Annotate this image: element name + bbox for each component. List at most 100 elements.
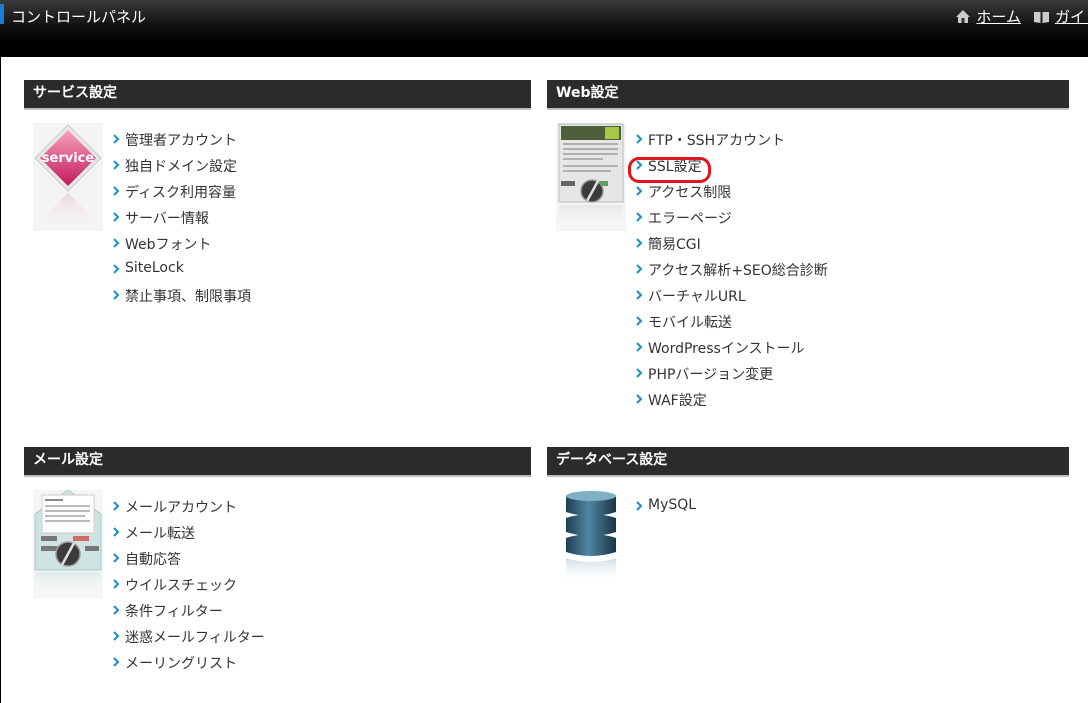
arrow-right-icon — [635, 184, 648, 198]
link-server-info[interactable]: サーバー情報 — [125, 208, 209, 228]
mail-image — [33, 489, 103, 598]
link-ftp-ssh-account[interactable]: FTP・SSHアカウント — [648, 130, 785, 150]
list-item: SiteLock — [112, 260, 251, 286]
top-bar: コントロールパネル ホーム ガイド — [0, 0, 1088, 43]
mail-settings-header: メール設定 — [24, 447, 531, 477]
list-item: 管理者アカウント — [112, 130, 251, 156]
database-image — [556, 490, 626, 598]
link-custom-domain[interactable]: 独自ドメイン設定 — [125, 156, 237, 176]
guide-link[interactable]: ガイド — [1033, 6, 1088, 27]
service-links: 管理者アカウント 独自ドメイン設定 ディスク利用容量 サーバー情報 Webフォン… — [112, 130, 251, 312]
link-mailing-list[interactable]: メーリングリスト — [125, 653, 237, 673]
web-settings-section: Web設定 FTP・SSHアカウント SSL設定 アクセス制限 エラーページ 簡… — [547, 80, 1069, 409]
list-item: バーチャルURL — [635, 286, 828, 312]
home-link[interactable]: ホーム — [955, 6, 1021, 27]
list-item: Webフォント — [112, 234, 251, 260]
web-image — [556, 123, 626, 231]
arrow-right-icon — [112, 577, 125, 591]
left-border — [0, 57, 1, 703]
arrow-right-icon — [635, 314, 648, 328]
link-waf-settings[interactable]: WAF設定 — [648, 390, 707, 410]
link-prohibited-items[interactable]: 禁止事項、制限事項 — [125, 286, 251, 306]
arrow-right-icon — [635, 340, 648, 354]
arrow-right-icon — [112, 603, 125, 617]
list-item: サーバー情報 — [112, 208, 251, 234]
arrow-right-icon — [112, 499, 125, 513]
link-virtual-url[interactable]: バーチャルURL — [648, 286, 746, 306]
list-item: 条件フィルター — [112, 601, 265, 627]
page-title: コントロールパネル — [11, 8, 147, 26]
list-item: WordPressインストール — [635, 338, 828, 364]
list-item: 禁止事項、制限事項 — [112, 286, 251, 312]
link-wordpress-install[interactable]: WordPressインストール — [648, 338, 805, 358]
database-links: MySQL — [635, 497, 696, 523]
list-item: FTP・SSHアカウント — [635, 130, 828, 156]
arrow-right-icon — [635, 288, 648, 302]
arrow-right-icon — [112, 655, 125, 669]
list-item: アクセス制限 — [635, 182, 828, 208]
link-simple-cgi[interactable]: 簡易CGI — [648, 234, 701, 254]
list-item: 独自ドメイン設定 — [112, 156, 251, 182]
database-settings-header: データベース設定 — [547, 447, 1069, 477]
link-spam-filter[interactable]: 迷惑メールフィルター — [125, 627, 265, 647]
guide-link-label: ガイド — [1054, 8, 1088, 26]
list-item: WAF設定 — [635, 390, 828, 416]
arrow-right-icon — [112, 132, 125, 146]
service-settings-section: サービス設定 service 管理者アカウント 独自ドメイン設定 ディスク利用容… — [24, 80, 531, 305]
link-condition-filter[interactable]: 条件フィルター — [125, 601, 223, 621]
arrow-right-icon — [635, 392, 648, 406]
title-accent — [0, 4, 4, 24]
link-disk-usage[interactable]: ディスク利用容量 — [125, 182, 236, 202]
database-settings-section: データベース設定 MySQL — [547, 447, 1069, 598]
link-mail-account[interactable]: メールアカウント — [125, 497, 237, 517]
link-admin-account[interactable]: 管理者アカウント — [125, 130, 237, 150]
list-item: ディスク利用容量 — [112, 182, 251, 208]
arrow-right-icon — [635, 210, 648, 224]
link-mail-forwarding[interactable]: メール転送 — [125, 523, 195, 543]
mail-settings-section: メール設定 メールアカウント メール転送 自動応答 ウイルスチェック 条件フィル… — [24, 447, 531, 672]
link-virus-check[interactable]: ウイルスチェック — [125, 575, 237, 595]
list-item: メール転送 — [112, 523, 265, 549]
arrow-right-icon — [112, 210, 125, 224]
header-band — [0, 43, 1088, 57]
home-icon — [955, 9, 971, 24]
service-settings-header: サービス設定 — [24, 80, 531, 110]
link-access-analysis-seo[interactable]: アクセス解析+SEO総合診断 — [648, 260, 828, 280]
list-item: PHPバージョン変更 — [635, 364, 828, 390]
list-item: 簡易CGI — [635, 234, 828, 260]
list-item: ウイルスチェック — [112, 575, 265, 601]
mail-links: メールアカウント メール転送 自動応答 ウイルスチェック 条件フィルター 迷惑メ… — [112, 497, 265, 679]
arrow-right-icon — [112, 288, 125, 302]
list-item: 迷惑メールフィルター — [112, 627, 265, 653]
link-auto-reply[interactable]: 自動応答 — [125, 549, 181, 569]
service-image: service — [33, 123, 103, 231]
list-item: エラーページ — [635, 208, 828, 234]
arrow-right-icon — [112, 551, 125, 565]
arrow-right-icon — [635, 366, 648, 380]
link-web-fonts[interactable]: Webフォント — [125, 234, 212, 254]
arrow-right-icon — [112, 262, 125, 276]
arrow-right-icon — [635, 262, 648, 276]
list-item: アクセス解析+SEO総合診断 — [635, 260, 828, 286]
link-sitelock[interactable]: SiteLock — [125, 260, 184, 276]
home-link-label: ホーム — [976, 8, 1021, 26]
arrow-right-icon — [635, 499, 648, 513]
arrow-right-icon — [112, 158, 125, 172]
list-item: MySQL — [635, 497, 696, 523]
ssl-highlight-circle — [628, 157, 711, 183]
link-mysql[interactable]: MySQL — [648, 497, 696, 513]
list-item: 自動応答 — [112, 549, 265, 575]
arrow-right-icon — [112, 525, 125, 539]
link-access-restriction[interactable]: アクセス制限 — [648, 182, 731, 202]
link-mobile-redirect[interactable]: モバイル転送 — [648, 312, 732, 332]
web-settings-header: Web設定 — [547, 80, 1069, 110]
arrow-right-icon — [635, 236, 648, 250]
arrow-right-icon — [112, 629, 125, 643]
book-icon — [1033, 10, 1050, 24]
top-nav: ホーム ガイド — [955, 6, 1088, 27]
list-item: モバイル転送 — [635, 312, 828, 338]
service-image-label: service — [42, 151, 95, 166]
arrow-right-icon — [112, 236, 125, 250]
link-php-version[interactable]: PHPバージョン変更 — [648, 364, 773, 384]
link-error-page[interactable]: エラーページ — [648, 208, 732, 228]
